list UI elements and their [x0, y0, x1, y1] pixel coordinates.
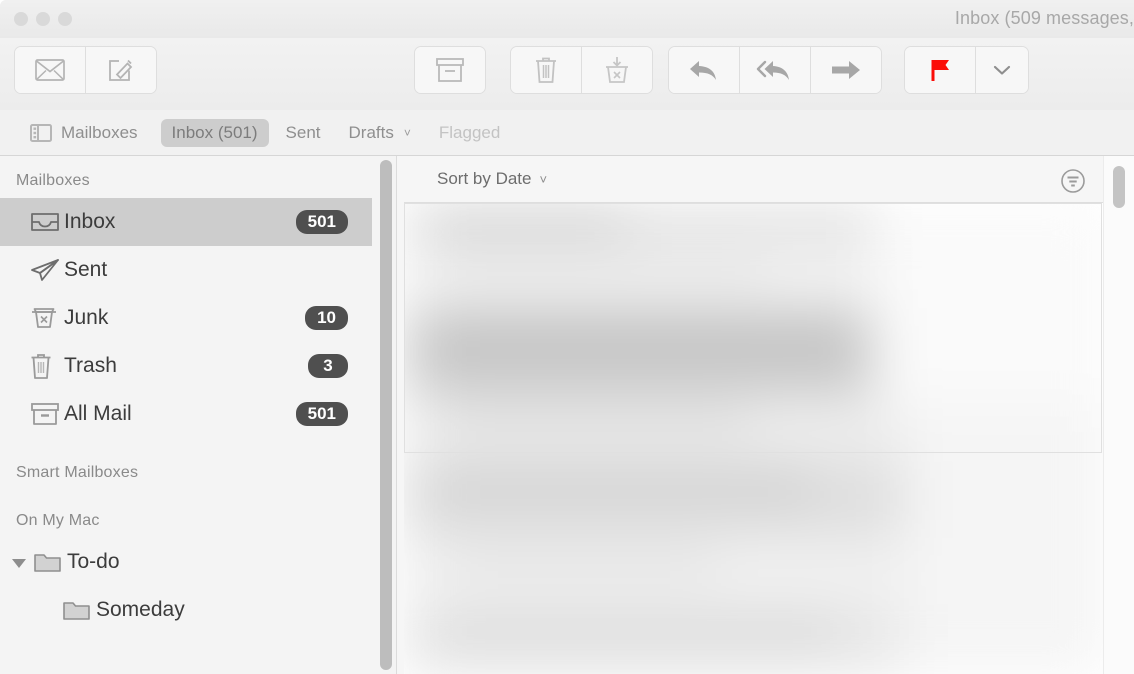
- flag-button[interactable]: [905, 47, 975, 93]
- message-list-scrollbar-thumb[interactable]: [1113, 166, 1125, 208]
- junk-basket-icon: [606, 57, 628, 83]
- sidebar: Mailboxes Inbox 501 Sent Junk 10 Trash 3…: [0, 156, 396, 674]
- compose-button[interactable]: [85, 47, 156, 93]
- archive-box-icon: [30, 401, 64, 427]
- sidebar-item-trash[interactable]: Trash 3: [0, 342, 372, 390]
- inbox-tray-icon: [30, 211, 64, 233]
- message-list-scrollbar[interactable]: [1103, 156, 1134, 674]
- reply-all-button[interactable]: [739, 47, 810, 93]
- sidebar-item-inbox-badge: 501: [295, 210, 348, 234]
- zoom-button[interactable]: [58, 12, 72, 26]
- toolbar-group-mail-actions: [14, 46, 157, 94]
- favorite-tab-flagged-label: Flagged: [438, 122, 501, 142]
- delete-button[interactable]: [511, 47, 581, 93]
- toolbar: [0, 38, 1134, 111]
- toolbar-group-flag: [904, 46, 1029, 94]
- message-list-header: Sort by Date ˅: [404, 156, 1134, 203]
- trash-icon: [536, 57, 556, 83]
- favorite-tab-sent-label: Sent: [285, 122, 321, 142]
- reply-all-arrow-icon: [756, 60, 789, 80]
- filter-icon: [1061, 169, 1085, 193]
- trash-icon: [30, 353, 64, 380]
- archive-box-icon: [436, 58, 464, 82]
- sidebar-item-junk[interactable]: Junk 10: [0, 294, 372, 342]
- sidebar-toggle-label: Mailboxes: [61, 122, 138, 142]
- sidebar-item-trash-label: Trash: [64, 354, 117, 377]
- chevron-down-icon: [993, 65, 1011, 75]
- sidebar-section-mailboxes-header: Mailboxes: [16, 172, 90, 189]
- sidebar-section-smart-mailboxes-header: Smart Mailboxes: [16, 464, 139, 481]
- favorite-tab-sent[interactable]: Sent: [275, 119, 332, 147]
- sidebar-item-someday[interactable]: Someday: [0, 586, 372, 634]
- title-bar: Inbox (509 messages,: [0, 0, 1134, 38]
- reply-button[interactable]: [669, 47, 739, 93]
- sidebar-toggle-button[interactable]: Mailboxes: [22, 119, 149, 147]
- sidebar-item-someday-label: Someday: [96, 598, 185, 621]
- message-list-content[interactable]: [404, 203, 1134, 674]
- archive-button[interactable]: [415, 47, 485, 93]
- sidebar-item-all-mail[interactable]: All Mail 501: [0, 390, 372, 438]
- junk-basket-icon: [30, 305, 64, 331]
- sidebar-item-to-do-label: To-do: [67, 550, 120, 573]
- sidebar-toggle-icon: [30, 123, 52, 142]
- mail-window: Inbox (509 messages, Mailboxes Inbox (50…: [0, 0, 1134, 674]
- sidebar-scrollbar[interactable]: [380, 160, 392, 670]
- forward-button[interactable]: [810, 47, 881, 93]
- sidebar-item-inbox[interactable]: Inbox 501: [0, 198, 372, 246]
- envelope-icon: [35, 59, 65, 81]
- flag-dropdown-button[interactable]: [975, 47, 1028, 93]
- sort-by-label: Sort by Date: [437, 169, 532, 188]
- get-mail-button[interactable]: [15, 47, 85, 93]
- close-button[interactable]: [14, 12, 28, 26]
- sidebar-item-junk-badge: 10: [305, 306, 348, 330]
- favorite-tab-inbox-label: Inbox (501): [171, 122, 258, 142]
- junk-button[interactable]: [581, 47, 652, 93]
- sidebar-item-junk-label: Junk: [64, 306, 109, 329]
- reply-arrow-icon: [690, 61, 716, 80]
- sidebar-item-all-mail-label: All Mail: [64, 402, 132, 425]
- disclosure-triangle-icon[interactable]: [12, 558, 26, 568]
- blurred-message-rows: [404, 203, 1104, 674]
- sort-by-button[interactable]: Sort by Date ˅: [437, 169, 547, 189]
- favorite-tab-inbox[interactable]: Inbox (501): [160, 118, 269, 147]
- sidebar-item-sent-label: Sent: [64, 258, 108, 281]
- sidebar-item-sent[interactable]: Sent: [0, 246, 372, 294]
- toolbar-group-archive: [414, 46, 486, 94]
- traffic-lights: [14, 12, 72, 26]
- flag-icon: [931, 60, 949, 81]
- sort-chevron-down-icon: ˅: [539, 171, 548, 187]
- favorites-bar: Mailboxes Inbox (501) Sent Drafts ˅ Flag…: [0, 110, 1134, 156]
- minimize-button[interactable]: [36, 12, 50, 26]
- window-title: Inbox (509 messages,: [954, 8, 1134, 28]
- sidebar-divider: [396, 156, 397, 674]
- sidebar-item-to-do[interactable]: To-do: [0, 538, 372, 586]
- forward-arrow-icon: [832, 61, 860, 79]
- sidebar-item-inbox-label: Inbox: [64, 210, 116, 233]
- sidebar-item-trash-badge: 3: [308, 354, 348, 378]
- filter-button[interactable]: [1060, 168, 1086, 199]
- favorite-tab-drafts-label: Drafts: [348, 122, 394, 142]
- toolbar-group-reply: [668, 46, 882, 94]
- drafts-chevron-down-icon[interactable]: ˅: [404, 126, 411, 140]
- folder-icon: [62, 598, 96, 622]
- favorite-tab-drafts[interactable]: Drafts ˅: [338, 119, 422, 147]
- sidebar-section-on-my-mac-header: On My Mac: [16, 512, 100, 529]
- sidebar-item-all-mail-badge: 501: [295, 402, 348, 426]
- paper-plane-icon: [30, 257, 64, 283]
- compose-icon: [109, 59, 133, 81]
- toolbar-group-delete: [510, 46, 653, 94]
- folder-icon: [33, 550, 67, 574]
- favorite-tab-flagged[interactable]: Flagged: [428, 119, 511, 147]
- message-list-pane: Sort by Date ˅: [404, 156, 1134, 674]
